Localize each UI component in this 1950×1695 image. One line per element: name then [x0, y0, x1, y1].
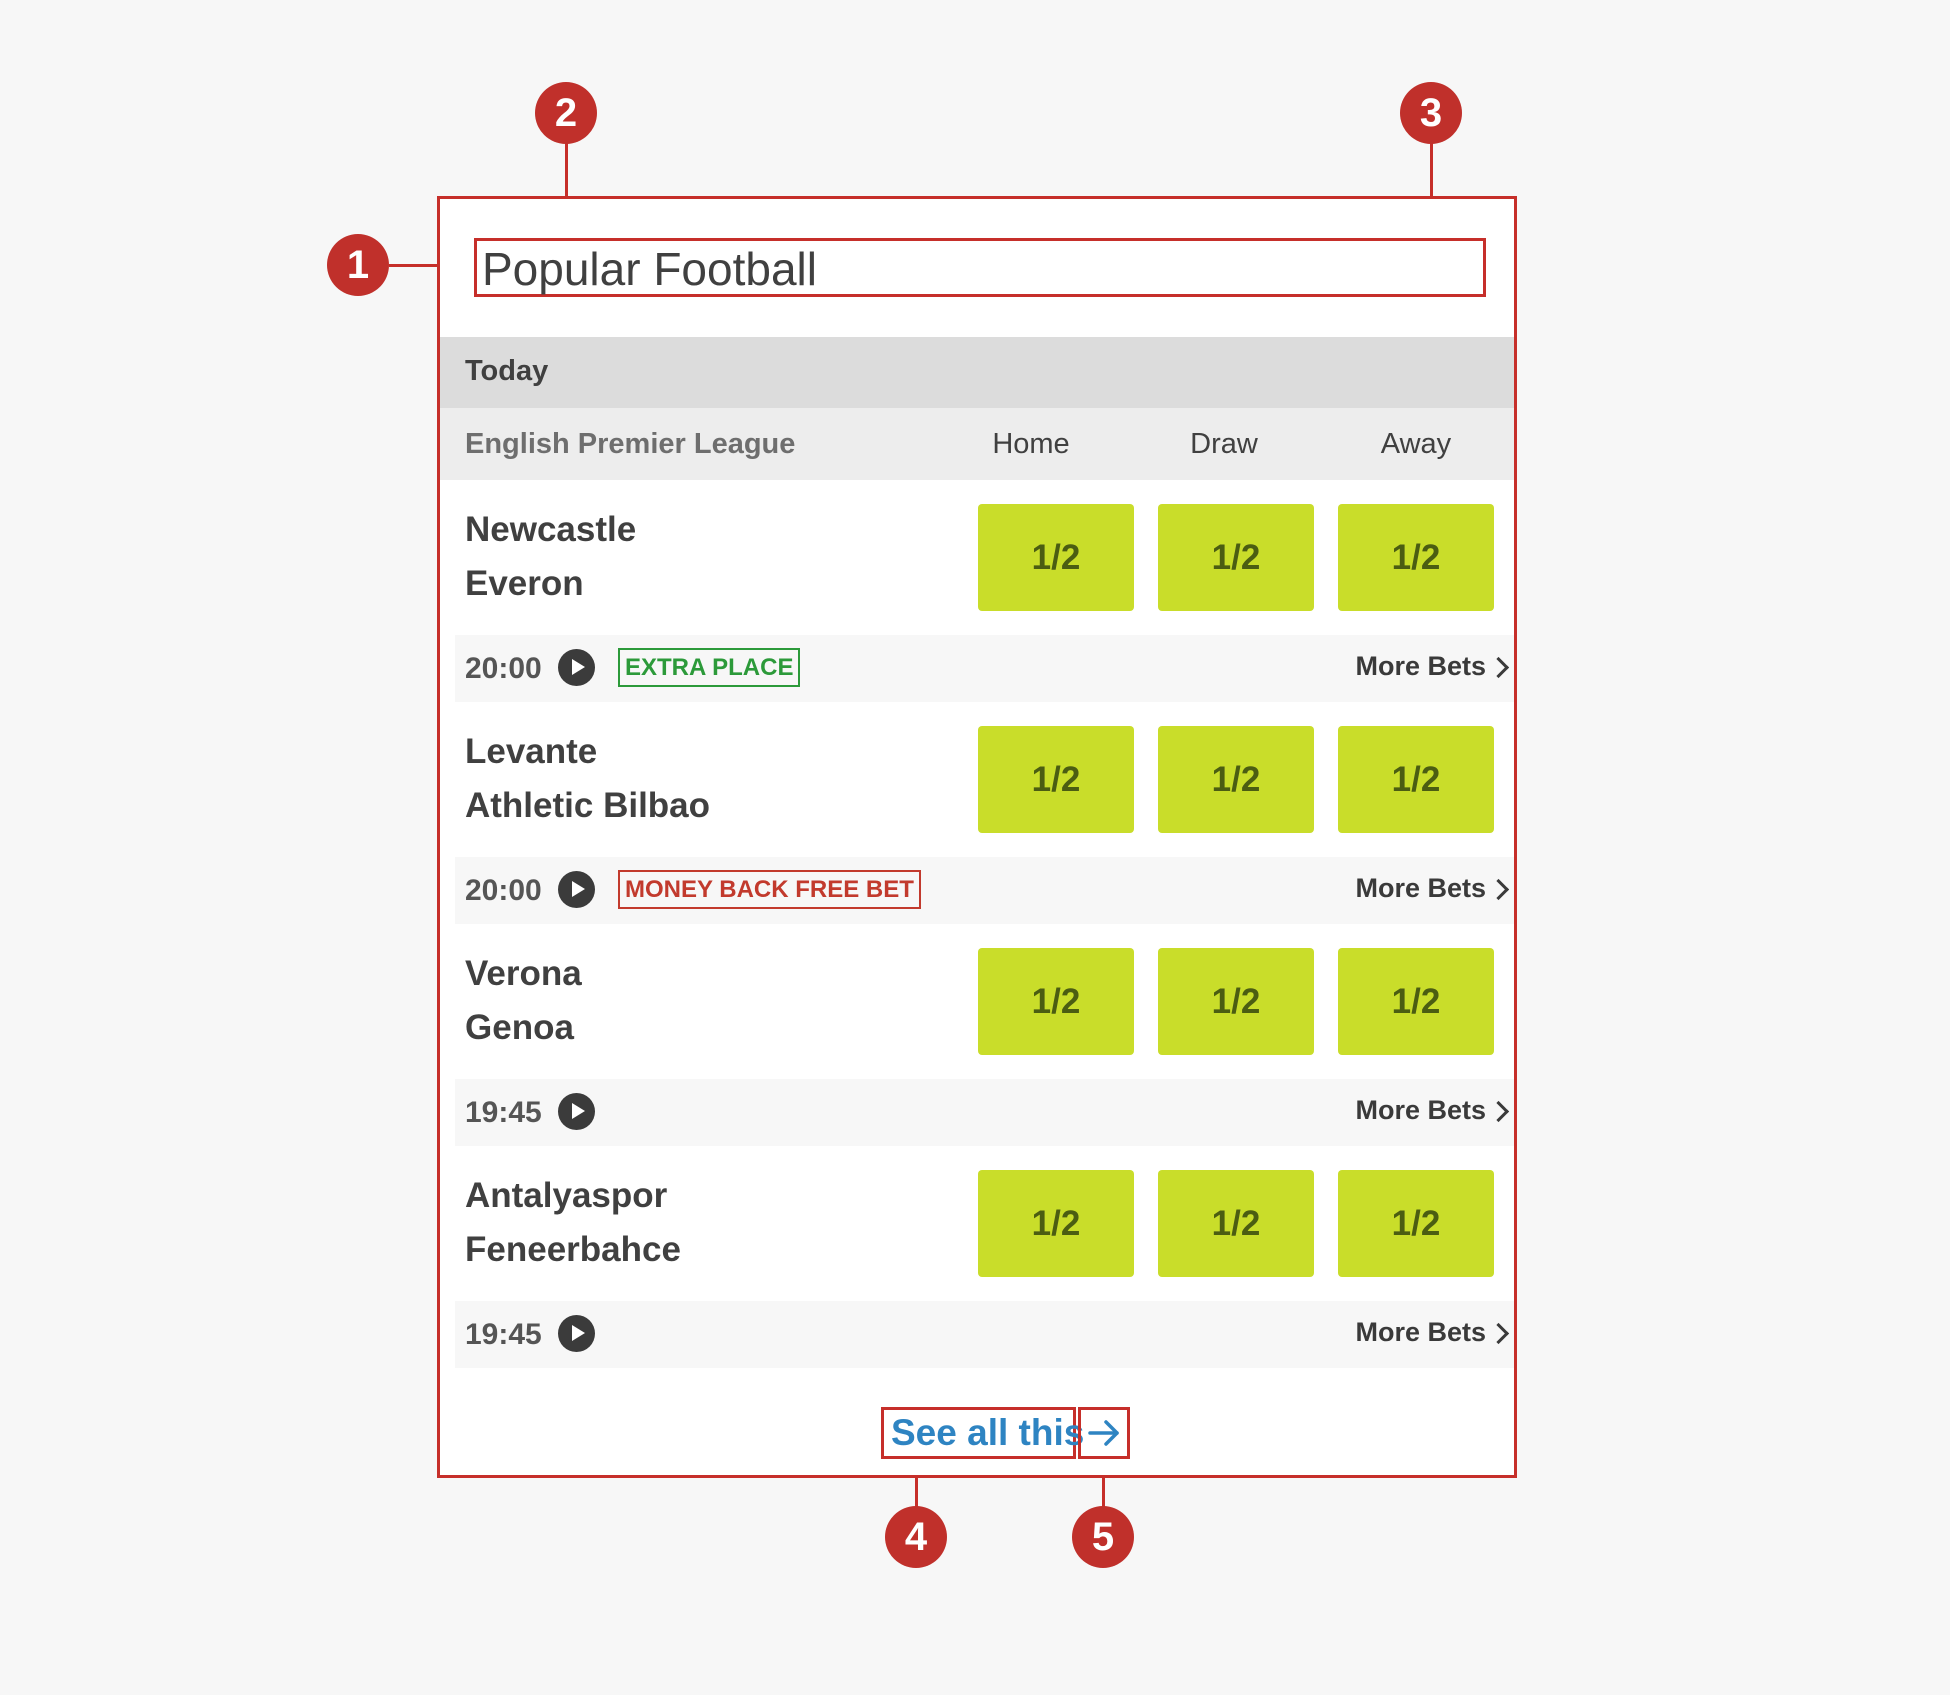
home-team[interactable]: Antalyaspor: [465, 1176, 667, 1216]
see-all-arrow-button[interactable]: [1078, 1407, 1130, 1459]
chevron-right-icon: [1487, 656, 1510, 679]
away-team[interactable]: Feneerbahce: [465, 1230, 681, 1270]
popular-football-widget: Popular Football Today English Premier L…: [437, 196, 1517, 1478]
kickoff-time: 20:00: [465, 652, 542, 685]
match-main: Levante Athletic Bilbao 1/2 1/2 1/2: [440, 702, 1514, 857]
kickoff-time: 20:00: [465, 874, 542, 907]
kickoff-time: 19:45: [465, 1318, 542, 1351]
home-team[interactable]: Levante: [465, 732, 597, 772]
odds-away-button[interactable]: 1/2: [1338, 504, 1494, 611]
match-main: Antalyaspor Feneerbahce 1/2 1/2 1/2: [440, 1146, 1514, 1301]
column-away: Away: [1380, 428, 1452, 460]
odds-home-button[interactable]: 1/2: [978, 504, 1134, 611]
match-footer: 19:45 More Bets: [455, 1079, 1514, 1146]
odds-away-button[interactable]: 1/2: [1338, 726, 1494, 833]
odds-draw-button[interactable]: 1/2: [1158, 504, 1314, 611]
column-home: Home: [992, 428, 1070, 460]
chevron-right-icon: [1487, 878, 1510, 901]
away-team[interactable]: Genoa: [465, 1008, 574, 1048]
home-team[interactable]: Verona: [465, 954, 582, 994]
away-team[interactable]: Everon: [465, 564, 584, 604]
date-section-label: Today: [465, 355, 549, 387]
see-all-link[interactable]: See all this: [881, 1407, 1084, 1459]
away-team[interactable]: Athletic Bilbao: [465, 786, 710, 826]
more-bets-link[interactable]: More Bets: [1355, 1317, 1486, 1348]
league-name: English Premier League: [465, 428, 796, 460]
odds-away-button[interactable]: 1/2: [1338, 948, 1494, 1055]
promo-badge: MONEY BACK FREE BET: [618, 870, 921, 909]
match-footer: 20:00 MONEY BACK FREE BET More Bets: [455, 857, 1514, 924]
chevron-right-icon: [1487, 1322, 1510, 1345]
arrow-right-icon[interactable]: [1081, 1410, 1127, 1456]
odds-home-button[interactable]: 1/2: [978, 1170, 1134, 1277]
match-footer: 20:00 EXTRA PLACE More Bets: [455, 635, 1514, 702]
play-icon[interactable]: [558, 871, 595, 908]
odds-draw-button[interactable]: 1/2: [1158, 1170, 1314, 1277]
annotation-marker-4: 4: [885, 1506, 947, 1568]
match-main: Verona Genoa 1/2 1/2 1/2: [440, 924, 1514, 1079]
promo-badge: EXTRA PLACE: [618, 648, 801, 687]
odds-home-button[interactable]: 1/2: [978, 726, 1134, 833]
column-draw: Draw: [1190, 428, 1258, 460]
match-row: Verona Genoa 1/2 1/2 1/2 19:45 More Bets: [440, 924, 1514, 1146]
widget-title: Popular Football: [482, 243, 817, 295]
more-bets-link[interactable]: More Bets: [1355, 873, 1486, 904]
annotation-line-3: [1430, 142, 1433, 197]
annotation-marker-1: 1: [327, 234, 389, 296]
more-bets-link[interactable]: More Bets: [1355, 1095, 1486, 1126]
kickoff-time: 19:45: [465, 1096, 542, 1129]
date-section-header: Today: [440, 337, 1514, 408]
match-main: Newcastle Everon 1/2 1/2 1/2: [440, 480, 1514, 635]
match-row: Antalyaspor Feneerbahce 1/2 1/2 1/2 19:4…: [440, 1146, 1514, 1368]
annotation-marker-3: 3: [1400, 82, 1462, 144]
match-row: Newcastle Everon 1/2 1/2 1/2 20:00 EXTRA…: [440, 480, 1514, 702]
play-icon[interactable]: [558, 1093, 595, 1130]
chevron-right-icon: [1487, 1100, 1510, 1123]
annotation-marker-2: 2: [535, 82, 597, 144]
see-all-label[interactable]: See all this: [891, 1412, 1084, 1454]
annotation-marker-5: 5: [1072, 1506, 1134, 1568]
match-row: Levante Athletic Bilbao 1/2 1/2 1/2 20:0…: [440, 702, 1514, 924]
play-icon[interactable]: [558, 1315, 595, 1352]
annotation-line-1: [389, 264, 437, 267]
odds-draw-button[interactable]: 1/2: [1158, 948, 1314, 1055]
more-bets-link[interactable]: More Bets: [1355, 651, 1486, 682]
match-footer: 19:45 More Bets: [455, 1301, 1514, 1368]
play-icon[interactable]: [558, 649, 595, 686]
home-team[interactable]: Newcastle: [465, 510, 636, 550]
title-highlight: Popular Football: [474, 238, 1486, 297]
odds-away-button[interactable]: 1/2: [1338, 1170, 1494, 1277]
league-header: English Premier League Home Draw Away: [440, 408, 1514, 480]
odds-home-button[interactable]: 1/2: [978, 948, 1134, 1055]
odds-draw-button[interactable]: 1/2: [1158, 726, 1314, 833]
